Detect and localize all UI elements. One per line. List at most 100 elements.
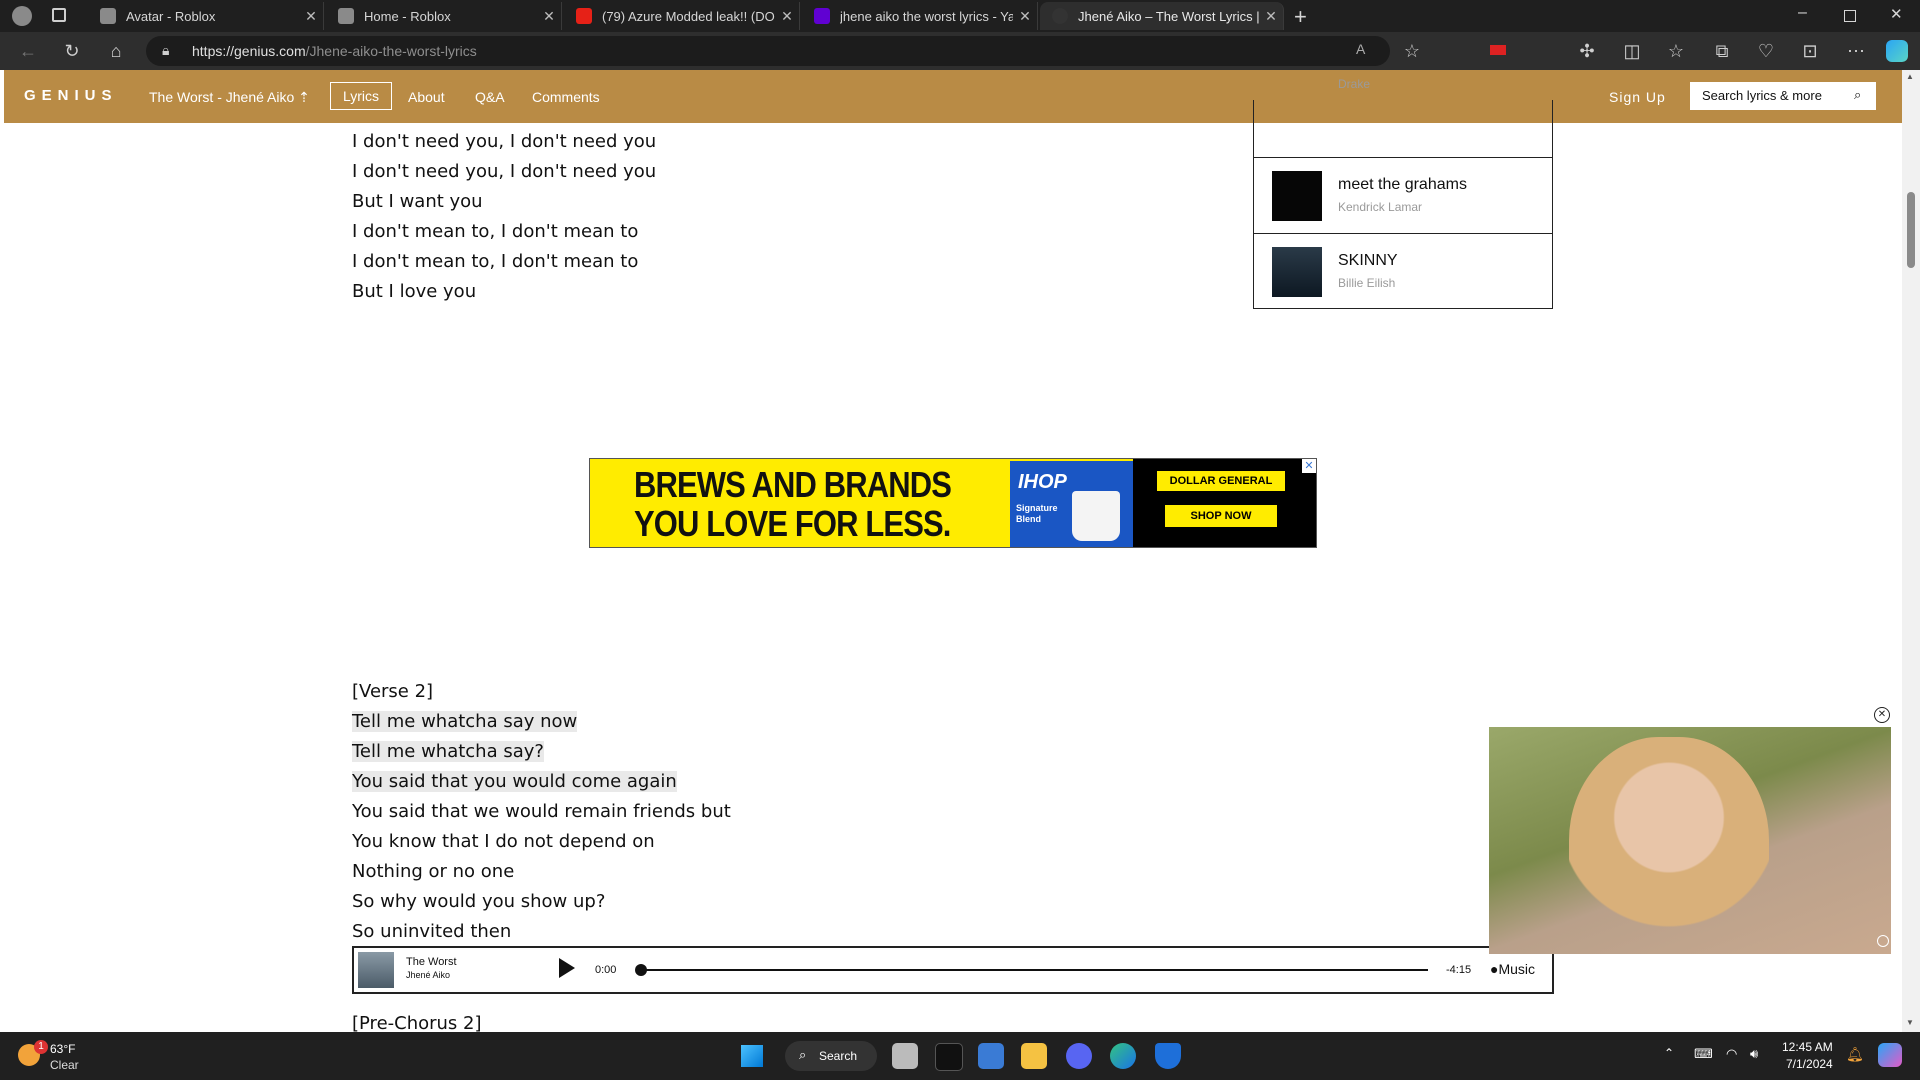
task-view-icon[interactable] xyxy=(892,1043,918,1069)
lyric-line[interactable]: Tell me whatcha say? xyxy=(352,741,544,762)
apple-music-player: The Worst Jhené Aiko 0:00 -4:15 ●Music xyxy=(352,946,1554,994)
list-item[interactable]: Drake xyxy=(1254,52,1552,109)
close-icon[interactable]: ✕ xyxy=(299,8,323,25)
back-icon[interactable]: ← xyxy=(16,40,40,62)
scrollbar-thumb[interactable] xyxy=(1907,192,1915,268)
edge-icon[interactable] xyxy=(1110,1043,1136,1069)
browser-toolbar: ← ↻ ⌂ 🔒︎ https://genius.com/Jhene-aiko-t… xyxy=(0,32,1920,70)
tab-qa[interactable]: Q&A xyxy=(475,89,505,105)
weather-widget[interactable]: 1 63°F Clear xyxy=(16,1040,136,1074)
split-screen-icon[interactable]: ◫ xyxy=(1620,40,1644,62)
restore-icon[interactable] xyxy=(1844,10,1856,22)
scroll-up-icon[interactable]: ▲ xyxy=(1906,72,1914,81)
genius-logo[interactable]: GENIUS xyxy=(24,87,118,104)
close-window-icon[interactable]: ✕ xyxy=(1890,5,1903,23)
ad-close-icon[interactable]: ✕ xyxy=(1302,459,1316,473)
minimize-icon[interactable]: – xyxy=(1798,4,1807,22)
close-icon[interactable]: ✕ xyxy=(1013,8,1037,25)
lyric-line[interactable]: I don't mean to, I don't mean to xyxy=(352,221,638,242)
progress-track[interactable] xyxy=(640,969,1428,971)
favorites-icon[interactable]: ☆ xyxy=(1664,40,1688,62)
ad-shop-now-button[interactable]: SHOP NOW xyxy=(1165,505,1277,527)
browser-tab[interactable]: Home - Roblox ✕ xyxy=(326,2,562,30)
discord-icon[interactable] xyxy=(1066,1043,1092,1069)
new-tab-icon[interactable]: + xyxy=(1294,4,1307,30)
profile-avatar[interactable] xyxy=(12,6,32,26)
youtube-icon xyxy=(576,8,592,24)
scroll-down-icon[interactable]: ▼ xyxy=(1906,1018,1914,1027)
lyric-line[interactable]: You know that I do not depend on xyxy=(352,831,655,852)
close-icon[interactable]: ✕ xyxy=(775,8,799,25)
floating-video-player[interactable] xyxy=(1489,727,1891,954)
taskbar-search[interactable]: ⌕ Search xyxy=(785,1041,877,1071)
file-explorer-icon[interactable] xyxy=(1021,1043,1047,1069)
tiktok-icon[interactable] xyxy=(935,1043,963,1071)
tab-title: Home - Roblox xyxy=(364,8,451,24)
search-input[interactable]: Search lyrics & more ⌕ xyxy=(1690,82,1876,110)
collections-icon[interactable]: ⧉ xyxy=(1710,40,1734,62)
lyric-line[interactable]: So why would you show up? xyxy=(352,891,605,912)
copilot-taskbar-icon[interactable] xyxy=(1878,1043,1902,1067)
browser-tab-active[interactable]: Jhené Aiko – The Worst Lyrics | G ✕ xyxy=(1040,2,1284,30)
video-close-icon[interactable]: ✕ xyxy=(1874,707,1890,723)
genius-header: GENIUS The Worst - Jhené Aiko ⇡ Lyrics A… xyxy=(4,70,1902,123)
screenshot-icon[interactable]: ⊡ xyxy=(1798,40,1822,62)
lyric-line[interactable]: Tell me whatcha say now xyxy=(352,711,578,732)
windows-start-icon[interactable] xyxy=(741,1045,763,1067)
apple-music-logo: ●Music xyxy=(1490,961,1536,977)
ihop-coffee-product: IHOP Signature Blend xyxy=(1010,461,1134,547)
browser-tab[interactable]: Avatar - Roblox ✕ xyxy=(88,2,324,30)
ad-brand: IHOP xyxy=(1018,471,1067,493)
notification-bell-icon[interactable]: 🔔︎ xyxy=(1846,1046,1864,1063)
lyric-line[interactable]: You said that you would come again xyxy=(352,771,677,792)
roblox-icon xyxy=(338,8,354,24)
home-icon[interactable]: ⌂ xyxy=(104,40,128,62)
tab-comments[interactable]: Comments xyxy=(532,89,600,105)
lyric-line[interactable]: You said that we would remain friends bu… xyxy=(352,801,731,822)
show-hidden-icons[interactable]: ⌃ xyxy=(1664,1046,1674,1060)
sign-up-link[interactable]: Sign Up xyxy=(1609,89,1666,105)
extensions-icon[interactable]: ✣ xyxy=(1575,40,1599,62)
browser-tab[interactable]: jhene aiko the worst lyrics - Yaho ✕ xyxy=(802,2,1038,30)
tab-about[interactable]: About xyxy=(408,89,445,105)
browser-tab-strip: Avatar - Roblox ✕ Home - Roblox ✕ (79) A… xyxy=(0,0,1920,32)
more-menu-icon[interactable]: ⋯ xyxy=(1844,40,1868,62)
lyric-line[interactable]: So uninvited then xyxy=(352,921,511,942)
ad-banner[interactable]: BREWS AND BRANDS YOU LOVE FOR LESS. IHOP… xyxy=(589,458,1317,548)
refresh-icon[interactable]: ↻ xyxy=(60,40,84,62)
lyric-line[interactable]: But I love you xyxy=(352,281,476,302)
lyric-line[interactable]: But I want you xyxy=(352,191,483,212)
lyric-line[interactable]: I don't mean to, I don't mean to xyxy=(352,251,638,272)
clock-time[interactable]: 12:45 AM xyxy=(1782,1040,1833,1054)
album-art xyxy=(1272,247,1322,297)
play-icon[interactable] xyxy=(559,958,575,978)
address-bar[interactable]: 🔒︎ https://genius.com/Jhene-aiko-the-wor… xyxy=(146,36,1390,66)
genius-icon xyxy=(1052,8,1068,24)
clock-date[interactable]: 7/1/2024 xyxy=(1786,1057,1833,1071)
url-host: https://genius.com xyxy=(192,43,306,59)
weather-badge: 1 xyxy=(34,1040,48,1054)
tab-lyrics[interactable]: Lyrics xyxy=(330,82,392,110)
video-info-icon[interactable] xyxy=(1877,935,1889,947)
list-item[interactable]: SKINNY Billie Eilish xyxy=(1254,233,1552,310)
lyric-line[interactable]: I don't need you, I don't need you xyxy=(352,161,656,182)
progress-knob[interactable] xyxy=(635,964,647,976)
list-item[interactable]: meet the grahams Kendrick Lamar xyxy=(1254,157,1552,234)
browser-essentials-icon[interactable]: ♡ xyxy=(1754,40,1778,62)
lyric-line[interactable]: I don't need you, I don't need you xyxy=(352,131,656,152)
keyboard-icon[interactable]: ⌨ xyxy=(1694,1046,1713,1062)
search-icon[interactable]: ⌕ xyxy=(1854,87,1861,103)
microsoft-store-icon[interactable] xyxy=(978,1043,1004,1069)
copilot-icon[interactable] xyxy=(1886,40,1908,62)
tab-actions-icon[interactable] xyxy=(52,8,66,22)
browser-tab[interactable]: (79) Azure Modded leak!! (DONT ✕ xyxy=(564,2,800,30)
lock-icon[interactable]: 🔒︎ xyxy=(162,42,169,59)
lyric-line[interactable]: Nothing or no one xyxy=(352,861,514,882)
close-icon[interactable]: ✕ xyxy=(537,8,561,25)
wifi-icon[interactable]: ◠ xyxy=(1726,1046,1737,1062)
page-scrollbar[interactable]: ▲ ▼ xyxy=(1902,70,1920,1032)
defender-icon[interactable] xyxy=(1155,1043,1181,1069)
volume-icon[interactable]: 🔊︎ xyxy=(1750,1046,1758,1062)
song-header-link[interactable]: The Worst - Jhené Aiko ⇡ xyxy=(149,89,310,106)
close-icon[interactable]: ✕ xyxy=(1259,8,1283,25)
